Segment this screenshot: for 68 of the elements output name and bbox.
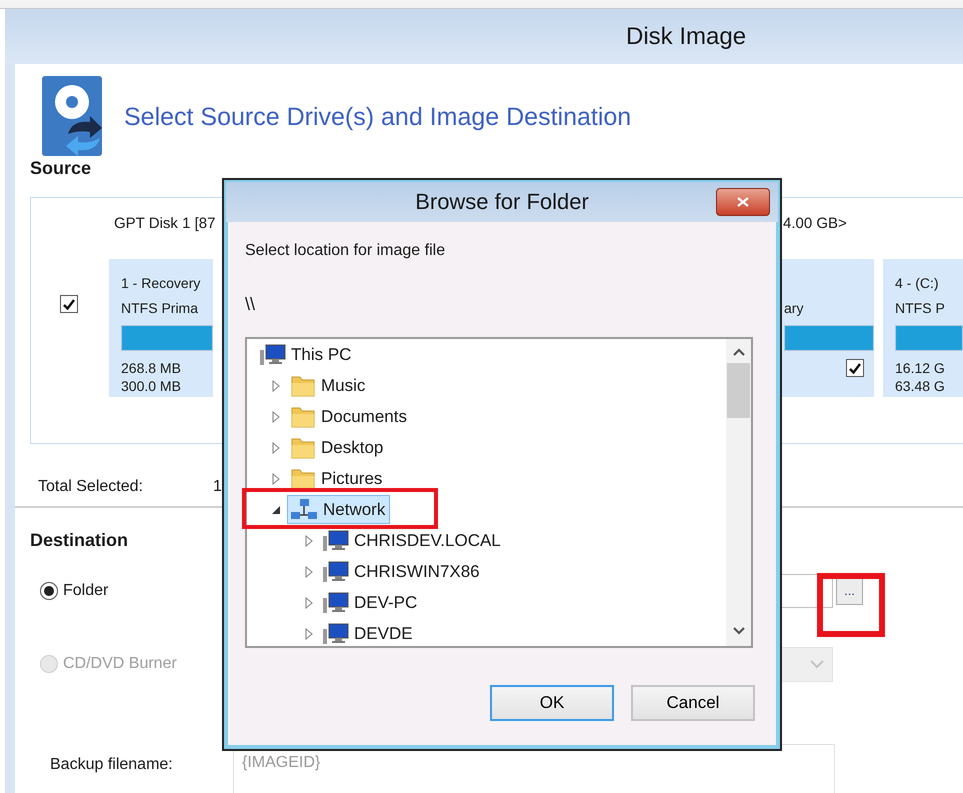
partition-type: ary xyxy=(784,299,804,318)
disk-label: GPT Disk 1 [87 xyxy=(114,215,216,234)
partition-card[interactable]: ary xyxy=(780,259,874,398)
scrollbar[interactable] xyxy=(726,339,751,646)
tree-item[interactable]: CHRISWIN7X86 xyxy=(320,557,485,586)
selected-path: \\ xyxy=(245,294,256,315)
partition-title: 1 - Recovery xyxy=(121,274,202,294)
check-icon xyxy=(849,362,861,374)
radio-option[interactable]: Folder xyxy=(15,582,233,600)
tree-item[interactable]: DEVDE xyxy=(320,619,418,646)
dialog-title: Browse for Folder xyxy=(415,189,589,215)
partition-card[interactable]: 1 - Recovery NTFS Prima 268.8 MB 300.0 MB xyxy=(109,259,213,398)
computer-icon xyxy=(323,560,349,582)
tree-item[interactable]: Music xyxy=(287,371,370,400)
total-selected-value: 1 xyxy=(213,478,222,498)
section-label: Destination xyxy=(30,530,128,551)
total-size: 63.48 G xyxy=(895,377,945,396)
window-title: Disk Image xyxy=(626,22,746,51)
tree-item[interactable]: This PC xyxy=(257,340,356,369)
collapsed-arrow-icon[interactable] xyxy=(305,628,313,640)
close-icon xyxy=(737,197,749,207)
scroll-thumb[interactable] xyxy=(727,363,750,418)
partition-card[interactable]: 4 - (C:) NTFS P 16.12 G 63.48 G xyxy=(883,259,963,398)
folder-icon xyxy=(290,436,316,460)
tree-item[interactable]: Desktop xyxy=(287,433,388,462)
tree-item[interactable]: CHRISDEV.LOCAL xyxy=(320,526,506,555)
disk-size: 4.00 GB> xyxy=(783,215,847,234)
tree-item[interactable]: Network xyxy=(287,495,390,524)
dialog-button[interactable]: OK xyxy=(490,685,614,721)
collapsed-arrow-icon[interactable] xyxy=(272,472,280,484)
dialog-prompt: Select location for image file xyxy=(245,242,446,260)
computer-icon xyxy=(323,622,349,644)
partition-type: NTFS P xyxy=(895,299,946,318)
partition-type: NTFS Prima xyxy=(121,299,199,318)
total-selected-label: Total Selected: xyxy=(38,478,144,498)
folder-icon xyxy=(290,374,316,398)
collapsed-arrow-icon[interactable] xyxy=(305,596,313,608)
collapsed-arrow-icon[interactable] xyxy=(305,534,313,546)
check-icon xyxy=(63,298,75,310)
folder-icon xyxy=(290,466,316,490)
tree-item[interactable]: Pictures xyxy=(287,464,388,493)
usage-bar xyxy=(895,325,963,352)
filename-label: Backup filename: xyxy=(49,755,174,774)
partition-title: 4 - (C:) xyxy=(895,274,940,294)
partition-checkbox[interactable] xyxy=(846,359,864,378)
expanded-arrow-icon[interactable] xyxy=(271,504,281,514)
network-icon xyxy=(290,498,318,522)
highlight-frame xyxy=(817,573,885,637)
collapsed-arrow-icon[interactable] xyxy=(272,410,280,422)
computer-icon xyxy=(260,344,286,366)
dialog-button[interactable]: Cancel xyxy=(631,685,755,721)
total-size: 300.0 MB xyxy=(121,377,181,396)
used-size: 16.12 G xyxy=(895,359,945,378)
disk-checkbox[interactable] xyxy=(60,295,78,314)
tree-item[interactable]: DEV-PC xyxy=(320,588,422,617)
used-size: 268.8 MB xyxy=(121,359,181,378)
collapsed-arrow-icon[interactable] xyxy=(272,380,280,392)
browse-button[interactable]: ... xyxy=(836,576,863,606)
page-heading: Select Source Drive(s) and Image Destination xyxy=(124,102,632,132)
collapsed-arrow-icon[interactable] xyxy=(272,442,280,454)
chevron-down-icon xyxy=(810,660,824,669)
computer-icon xyxy=(323,592,349,614)
folder-icon xyxy=(290,404,316,428)
collapsed-arrow-icon[interactable] xyxy=(305,566,313,578)
close-button[interactable] xyxy=(716,188,770,216)
computer-icon xyxy=(323,530,349,552)
section-label: Source xyxy=(30,158,92,180)
tree-item[interactable]: Documents xyxy=(287,402,412,431)
